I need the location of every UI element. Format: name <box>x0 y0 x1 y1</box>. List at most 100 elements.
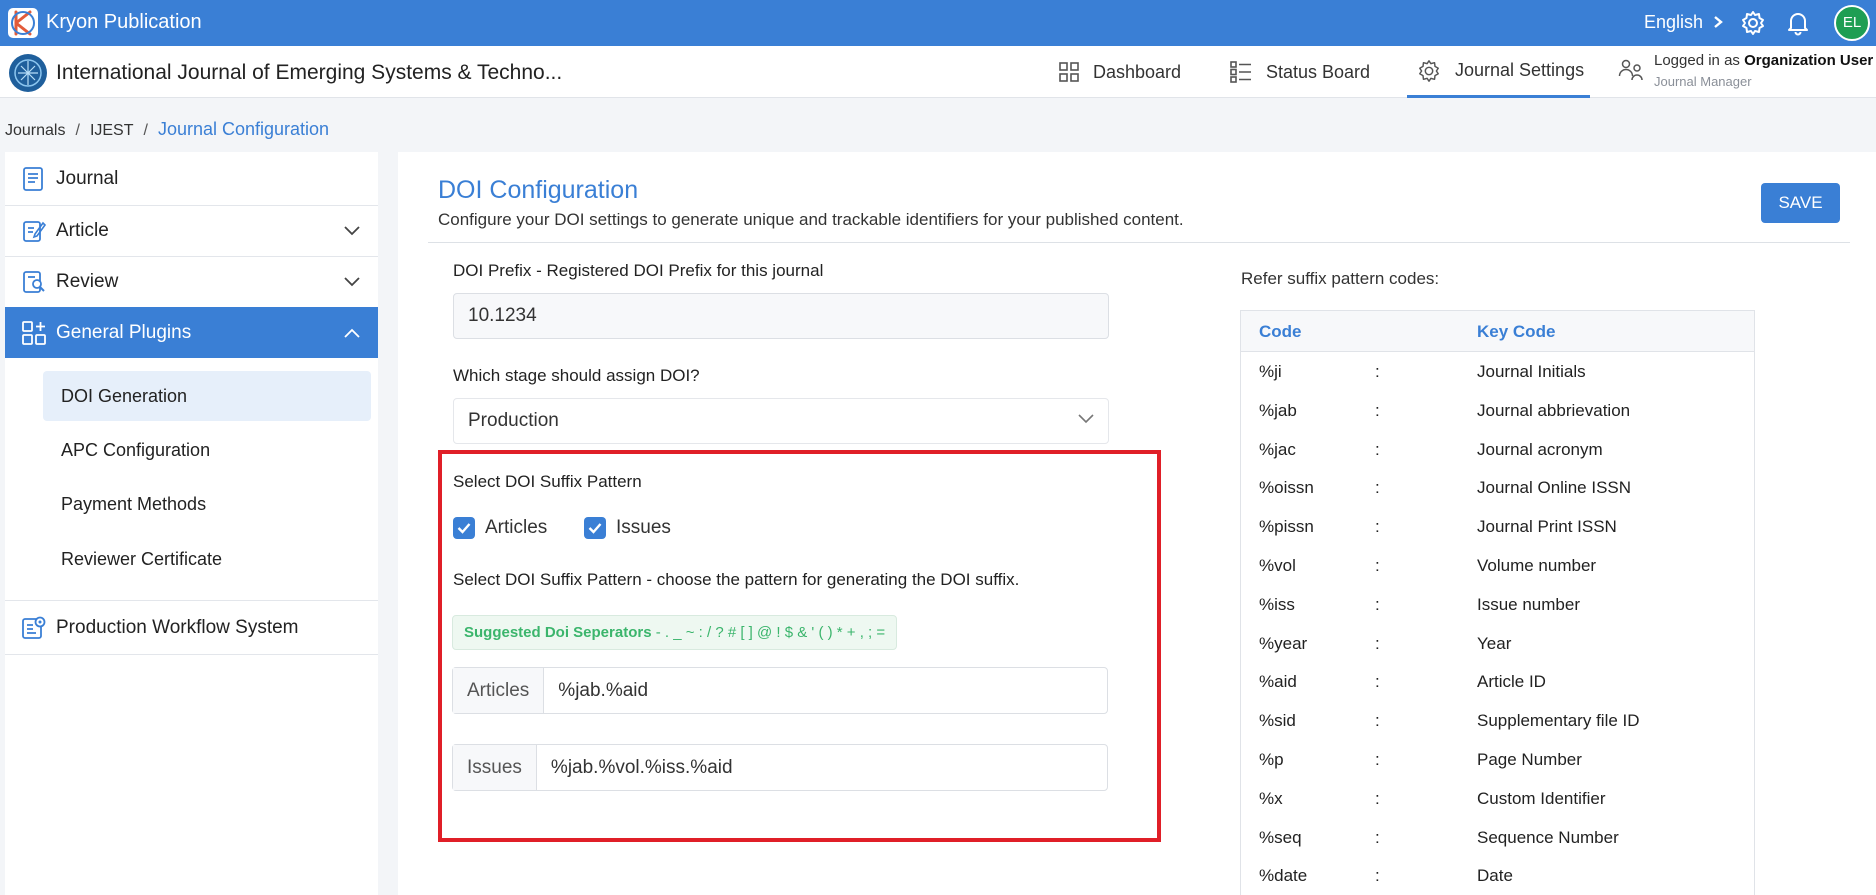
sidebar-subitem-doi-generation[interactable]: DOI Generation <box>43 371 371 421</box>
breadcrumb-journal[interactable]: IJEST <box>90 122 134 139</box>
save-button[interactable]: SAVE <box>1761 183 1840 223</box>
sidebar-subitem-payment-methods[interactable]: Payment Methods <box>43 479 371 529</box>
sidebar-subitem-reviewer-certificate[interactable]: Reviewer Certificate <box>43 534 371 584</box>
divider <box>5 654 378 655</box>
code-cell: %date <box>1259 866 1308 886</box>
stage-label: Which stage should assign DOI? <box>453 366 700 385</box>
stage-select[interactable]: Production <box>453 398 1109 444</box>
key-code-cell: Journal abbrievation <box>1477 400 1631 420</box>
app-logo-icon[interactable] <box>8 8 38 38</box>
key-code-cell: Issue number <box>1477 594 1580 614</box>
edit-document-icon <box>23 221 46 242</box>
doi-configuration-panel: DOI Configuration Configure your DOI set… <box>398 152 1876 895</box>
separator-cell: : <box>1375 556 1380 575</box>
top-bar: Kryon Publication English EL <box>0 0 1876 46</box>
code-cell: %iss <box>1259 594 1295 614</box>
separator-cell: : <box>1375 439 1380 459</box>
refer-codes-label: Refer suffix pattern codes: <box>1241 269 1440 288</box>
dashboard-grid-icon <box>1059 62 1079 82</box>
nav-journal-settings-label: Journal Settings <box>1455 60 1585 80</box>
nav-journal-settings[interactable]: Journal Settings <box>1407 46 1590 98</box>
settings-gear-icon <box>1419 59 1439 82</box>
workflow-settings-icon <box>22 616 46 639</box>
separator-cell: : <box>1375 633 1380 653</box>
code-cell: %x <box>1259 788 1283 808</box>
table-row: %sid: Supplementary file ID <box>1241 701 1754 740</box>
separator-cell: : <box>1375 400 1380 420</box>
column-header-key-code: Key Code <box>1477 322 1556 341</box>
suffix-codes-table: Code Key Code %ji: Journal Initials %jab: J… <box>1240 310 1755 895</box>
users-switch-icon <box>1618 59 1643 81</box>
settings-gear-icon[interactable] <box>1740 10 1766 36</box>
notification-bell-icon[interactable] <box>1785 10 1811 36</box>
issues-checkbox-label: Issues <box>616 517 671 538</box>
status-board-icon <box>1230 61 1251 83</box>
user-avatar[interactable]: EL <box>1834 5 1870 41</box>
articles-pattern-input[interactable]: %jab.%aid <box>544 668 648 713</box>
app-title[interactable]: Kryon Publication <box>46 11 202 34</box>
sidebar-item-general-plugins[interactable]: General Plugins <box>5 307 378 358</box>
key-code-cell: Journal Print ISSN <box>1477 517 1617 537</box>
key-code-cell: Journal acronym <box>1477 439 1603 459</box>
sidebar-item-article[interactable]: Article <box>5 206 378 256</box>
table-row: %jab: Journal abbrievation <box>1241 391 1754 430</box>
articles-pattern-input-group: Articles %jab.%aid <box>452 667 1108 714</box>
doi-prefix-input[interactable]: 10.1234 <box>453 293 1109 339</box>
sidebar-item-journal[interactable]: Journal <box>5 152 378 205</box>
journal-logo-icon <box>8 53 48 93</box>
plugins-grid-icon <box>22 320 46 345</box>
breadcrumb-journals[interactable]: Journals <box>5 122 65 139</box>
table-row: %iss: Issue number <box>1241 585 1754 624</box>
separator-cell: : <box>1375 517 1380 537</box>
key-code-cell: Journal Online ISSN <box>1477 478 1632 498</box>
separator-cell: : <box>1375 362 1380 381</box>
key-code-cell: Article ID <box>1477 672 1546 692</box>
issues-pattern-input[interactable]: %jab.%vol.%iss.%aid <box>537 745 733 790</box>
code-cell: %pissn <box>1259 517 1314 537</box>
articles-checkbox-label: Articles <box>485 517 548 538</box>
suffix-pattern-description: Select DOI Suffix Pattern - choose the p… <box>453 570 1020 589</box>
chevron-down-icon <box>1078 414 1094 424</box>
doi-prefix-label: DOI Prefix - Registered DOI Prefix for t… <box>453 261 824 280</box>
nav-dashboard[interactable]: Dashboard <box>1059 46 1181 98</box>
articles-checkbox[interactable]: Articles <box>453 517 547 539</box>
logged-in-name: Organization User <box>1744 52 1874 69</box>
journal-header: International Journal of Emerging System… <box>0 46 1876 98</box>
chevron-down-icon <box>344 226 360 236</box>
sidebar: Journal Article Review General Plugins D… <box>5 152 378 895</box>
separator-cell: : <box>1375 478 1380 498</box>
document-icon <box>23 166 43 191</box>
breadcrumb-current: Journal Configuration <box>157 119 330 139</box>
table-row: %ji: Journal Initials <box>1241 352 1754 391</box>
sidebar-item-label: Production Workflow System <box>56 616 299 638</box>
code-cell: %oissn <box>1259 478 1314 498</box>
table-row: %jac: Journal acronym <box>1241 430 1754 469</box>
divider <box>428 242 1850 243</box>
table-row: %oissn: Journal Online ISSN <box>1241 468 1754 507</box>
separators-value: - . _ ~ : / ? # [ ] @ ! $ & ' ( ) * + , … <box>651 624 886 641</box>
page-title: DOI Configuration <box>438 176 639 204</box>
separators-label: Suggested Doi Seperators <box>464 624 652 641</box>
key-code-cell: Date <box>1477 866 1513 886</box>
sidebar-subitem-apc-configuration[interactable]: APC Configuration <box>43 425 371 475</box>
issues-checkbox[interactable]: Issues <box>584 517 671 539</box>
code-cell: %sid <box>1259 711 1296 731</box>
language-selector[interactable]: English <box>1644 12 1724 33</box>
articles-addon-label: Articles <box>453 668 545 713</box>
nav-status-board[interactable]: Status Board <box>1230 46 1370 98</box>
chevron-right-icon <box>1714 16 1723 28</box>
issues-pattern-input-group: Issues %jab.%vol.%iss.%aid <box>452 744 1108 791</box>
sidebar-item-label: General Plugins <box>56 321 192 343</box>
stage-select-value: Production <box>468 410 559 431</box>
key-code-cell: Volume number <box>1477 556 1597 575</box>
nav-status-board-label: Status Board <box>1266 61 1371 82</box>
table-row: %x: Custom Identifier <box>1241 779 1754 818</box>
sidebar-item-production-workflow[interactable]: Production Workflow System <box>5 601 378 654</box>
key-code-cell: Sequence Number <box>1477 827 1619 847</box>
chevron-down-icon <box>344 277 360 287</box>
suggested-separators-badge: Suggested Doi Seperators - . _ ~ : / ? #… <box>452 615 898 650</box>
table-row: %vol: Volume number <box>1241 546 1754 585</box>
separator-cell: : <box>1375 594 1380 614</box>
sidebar-item-label: Journal <box>56 167 119 189</box>
sidebar-item-review[interactable]: Review <box>5 257 378 307</box>
